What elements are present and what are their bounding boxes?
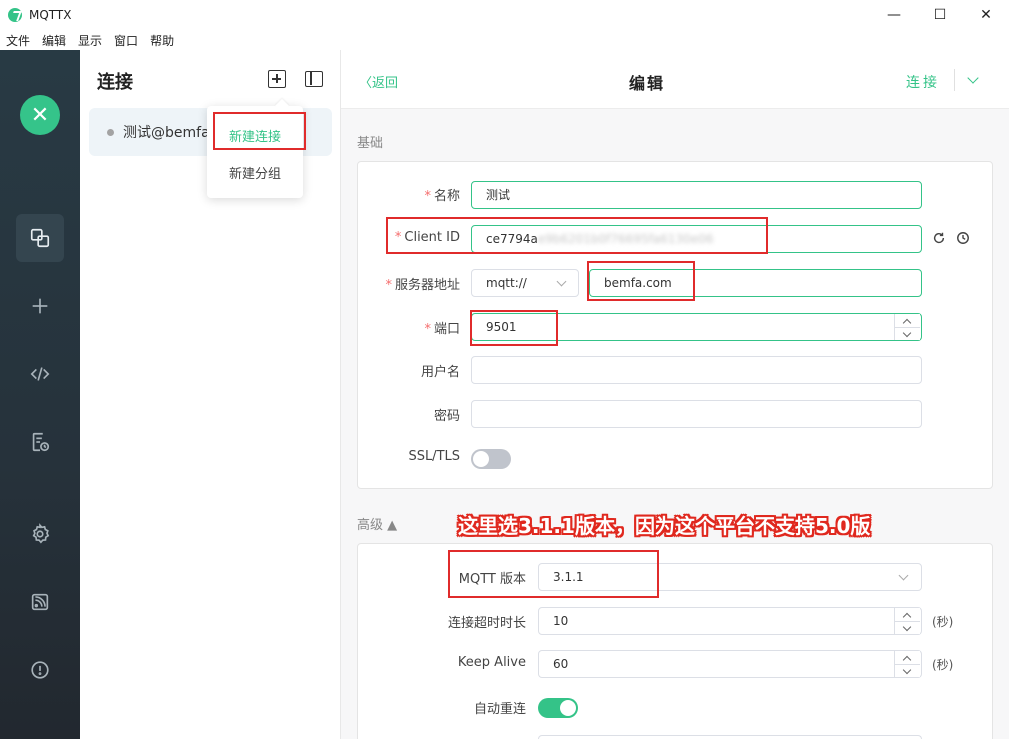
connections-title: 连接 [97, 72, 133, 93]
chevron-down-icon[interactable] [902, 665, 912, 675]
minimize-button[interactable]: — [871, 0, 917, 30]
highlight-box [470, 310, 558, 346]
left-nav: ✕ [0, 50, 80, 739]
keepalive-unit: (秒) [932, 658, 954, 672]
timeout-unit: (秒) [932, 615, 954, 629]
feed-nav-icon[interactable] [16, 578, 64, 626]
edit-title: 编辑 [629, 74, 666, 93]
timeout-label: 连接超时时长 [447, 616, 526, 631]
connect-button[interactable]: 连接 [906, 72, 940, 92]
about-nav-icon[interactable] [16, 646, 64, 694]
ssl-toggle[interactable] [471, 449, 511, 469]
edit-panel: 〈返回 编辑 连接 基础 高级 ▲ [341, 50, 1009, 739]
port-stepper[interactable] [894, 314, 920, 340]
highlight-box [213, 112, 306, 150]
password-input[interactable] [471, 400, 922, 428]
highlight-box [386, 217, 768, 254]
reconnect-label: 自动重连 [473, 702, 526, 717]
highlight-box [448, 550, 659, 598]
chevron-down-icon[interactable] [967, 72, 979, 84]
clock-icon[interactable] [956, 231, 970, 245]
chevron-up-icon[interactable] [902, 612, 912, 622]
chevron-left-icon: 〈 [359, 76, 373, 91]
app-logo-icon [8, 8, 22, 22]
close-button[interactable]: ✕ [963, 0, 1009, 30]
add-nav-icon[interactable] [16, 282, 64, 330]
new-connection-icon[interactable] [268, 70, 286, 88]
menu-bar: 文件 编辑 显示 窗口 帮助 [0, 30, 1009, 50]
menu-file[interactable]: 文件 [0, 32, 36, 49]
chevron-down-icon[interactable] [902, 328, 912, 338]
settings-nav-icon[interactable] [16, 510, 64, 558]
chevron-down-icon[interactable] [902, 622, 912, 632]
name-label: * 名称 [424, 189, 460, 204]
title-bar: MQTTX — ☐ ✕ [0, 0, 1009, 30]
next-field-input[interactable] [538, 735, 922, 739]
connections-nav-icon[interactable] [16, 214, 64, 262]
refresh-icon[interactable] [932, 231, 946, 245]
script-nav-icon[interactable] [16, 350, 64, 398]
username-input[interactable] [471, 356, 922, 384]
menu-view[interactable]: 显示 [72, 32, 108, 49]
menu-help[interactable]: 帮助 [144, 32, 180, 49]
keepalive-input[interactable]: 60 [538, 650, 922, 678]
maximize-button[interactable]: ☐ [917, 0, 963, 30]
host-label: * 服务器地址 [385, 278, 460, 293]
reconnect-toggle[interactable] [538, 698, 578, 718]
port-label: * 端口 [424, 322, 460, 337]
connection-name: 测试@bemfa [123, 125, 210, 141]
toggle-panel-icon[interactable] [305, 71, 323, 87]
caret-up-icon: ▲ [387, 518, 398, 533]
back-button[interactable]: 〈返回 [359, 72, 398, 91]
username-label: 用户名 [420, 365, 460, 380]
timeout-stepper[interactable] [894, 608, 920, 634]
annotation-text: 这里选3.1.1版本，因为这个平台不支持5.0版 [458, 514, 871, 538]
ssl-label: SSL/TLS [408, 449, 460, 464]
menu-edit[interactable]: 编辑 [36, 32, 72, 49]
edit-header: 〈返回 编辑 连接 [341, 50, 1009, 109]
keepalive-label: Keep Alive [457, 655, 526, 670]
log-nav-icon[interactable] [16, 418, 64, 466]
window-controls: — ☐ ✕ [871, 0, 1009, 30]
menu-window[interactable]: 窗口 [108, 32, 144, 49]
divider [954, 69, 955, 91]
highlight-box [587, 261, 695, 301]
window-title: MQTTX [29, 8, 72, 22]
mqttx-logo-icon: ✕ [20, 95, 60, 135]
chevron-up-icon[interactable] [902, 318, 912, 328]
new-group-menu-item[interactable]: 新建分组 [207, 163, 303, 182]
advanced-section-label[interactable]: 高级 ▲ [357, 514, 397, 533]
keepalive-stepper[interactable] [894, 651, 920, 677]
timeout-input[interactable]: 10 [538, 607, 922, 635]
name-input[interactable]: 测试 [471, 181, 922, 209]
basic-section-label: 基础 [357, 136, 384, 151]
status-dot-icon [107, 129, 114, 136]
chevron-up-icon[interactable] [902, 655, 912, 665]
password-label: 密码 [433, 409, 460, 424]
